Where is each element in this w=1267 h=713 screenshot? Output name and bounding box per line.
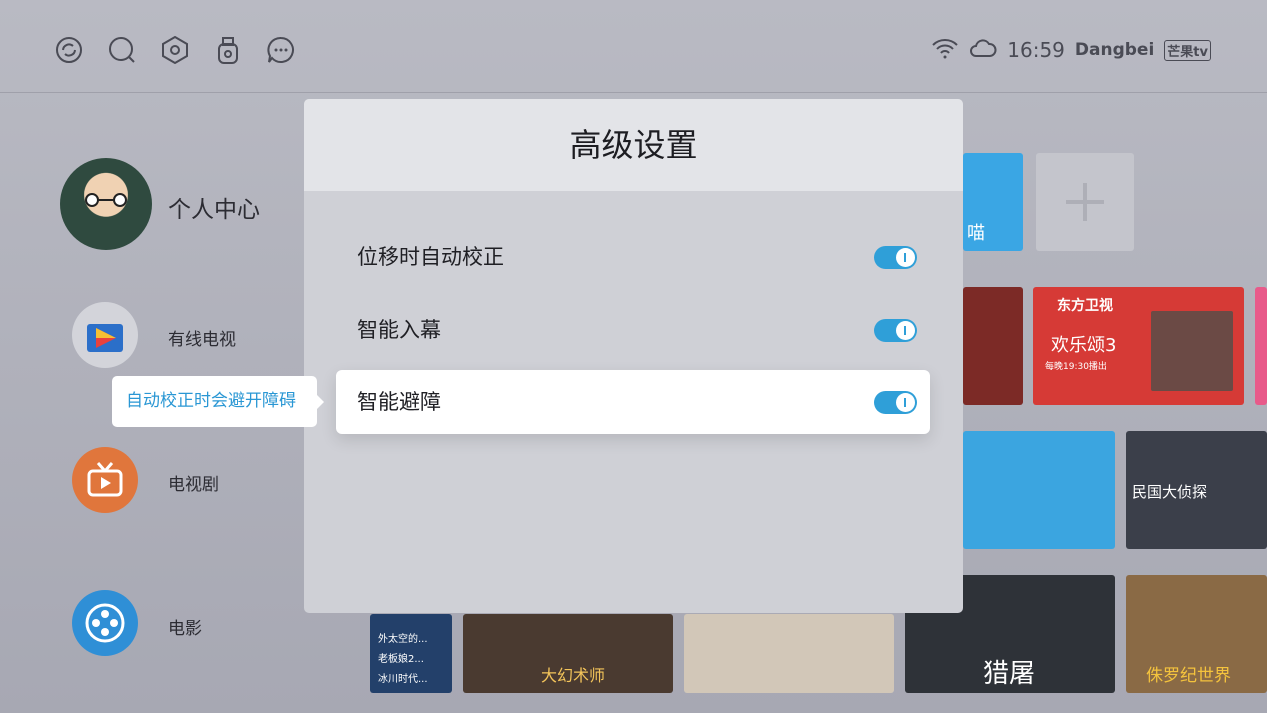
dongfang-tile[interactable]: 东方卫视 欢乐颂3 每晚19:30播出 — [1033, 287, 1244, 405]
refresh-icon[interactable] — [55, 36, 83, 64]
cloud-icon — [969, 37, 997, 63]
option-obstacle-avoidance[interactable]: 智能避障 — [336, 370, 930, 434]
list-item: 冰川时代... — [378, 674, 428, 685]
mango-tv-logo: 芒果tv — [1164, 39, 1211, 61]
movie-tile-1[interactable]: 大幻术师 — [463, 614, 673, 693]
mingguo-label: 民国大侦探 — [1132, 483, 1208, 501]
tv-series-icon[interactable] — [72, 447, 138, 513]
menu-item-tv-series[interactable]: 电视剧 — [168, 470, 219, 495]
toggle-switch[interactable] — [874, 319, 917, 342]
status-area: 16:59 Dangbei 芒果tv — [931, 34, 1211, 66]
toggle-switch[interactable] — [874, 391, 917, 414]
drama-tile[interactable] — [963, 287, 1023, 405]
toggle-switch[interactable] — [874, 246, 917, 269]
hot-list-tile[interactable]: 外太空的... 老板娘2... 冰川时代... — [370, 614, 452, 693]
movie-reel-icon[interactable] — [72, 590, 138, 656]
wifi-icon — [931, 37, 959, 63]
series-tile[interactable] — [963, 431, 1115, 549]
message-icon[interactable] — [267, 36, 295, 64]
avatar[interactable] — [60, 158, 152, 250]
option-auto-correct[interactable]: 位移时自动校正 — [336, 225, 930, 289]
movie-tile-4[interactable]: 侏罗纪世界 — [1126, 575, 1267, 693]
option-label: 智能避障 — [357, 390, 441, 414]
top-bar: 16:59 Dangbei 芒果tv — [0, 0, 1267, 93]
list-item: 老板娘2... — [378, 654, 424, 665]
dongfang-label: 东方卫视 — [1057, 298, 1113, 314]
show-time: 每晚19:30播出 — [1045, 362, 1107, 372]
option-label: 位移时自动校正 — [357, 245, 504, 269]
movie-title-1: 大幻术师 — [541, 666, 606, 685]
tv-cable-icon[interactable] — [72, 302, 138, 368]
menu-profile-label[interactable]: 个人中心 — [168, 190, 260, 224]
app-tile[interactable]: 喵 — [963, 153, 1023, 251]
usb-icon[interactable] — [214, 36, 242, 64]
partial-tile[interactable] — [1255, 287, 1267, 405]
settings-icon[interactable] — [161, 35, 189, 65]
brand-name: Dangbei — [1074, 40, 1155, 60]
show-poster — [1151, 311, 1233, 391]
advanced-settings-dialog: 高级设置 位移时自动校正 智能入幕 智能避障 — [304, 99, 963, 613]
tooltip-text: 自动校正时会避开障碍 — [126, 391, 296, 411]
show-title: 欢乐颂3 — [1051, 335, 1117, 356]
clock-time: 16:59 — [1007, 38, 1065, 62]
search-icon[interactable] — [108, 36, 136, 64]
dialog-title: 高级设置 — [569, 126, 698, 164]
mingguo-tile[interactable]: 民国大侦探 — [1126, 431, 1267, 549]
movie-title-3: 猎屠 — [983, 659, 1036, 689]
option-label: 智能入幕 — [357, 318, 441, 342]
plus-icon — [1066, 183, 1104, 221]
movie-tile-2[interactable] — [684, 614, 894, 693]
option-tooltip: 自动校正时会避开障碍 — [112, 376, 324, 427]
movie-title-4: 侏罗纪世界 — [1146, 666, 1231, 686]
option-smart-fit[interactable]: 智能入幕 — [336, 298, 930, 362]
menu-item-cable-tv[interactable]: 有线电视 — [168, 325, 236, 350]
add-app-tile[interactable] — [1036, 153, 1134, 251]
menu-item-movie[interactable]: 电影 — [168, 614, 202, 639]
list-item: 外太空的... — [378, 634, 428, 645]
app-tile-label: 喵 — [967, 223, 985, 244]
